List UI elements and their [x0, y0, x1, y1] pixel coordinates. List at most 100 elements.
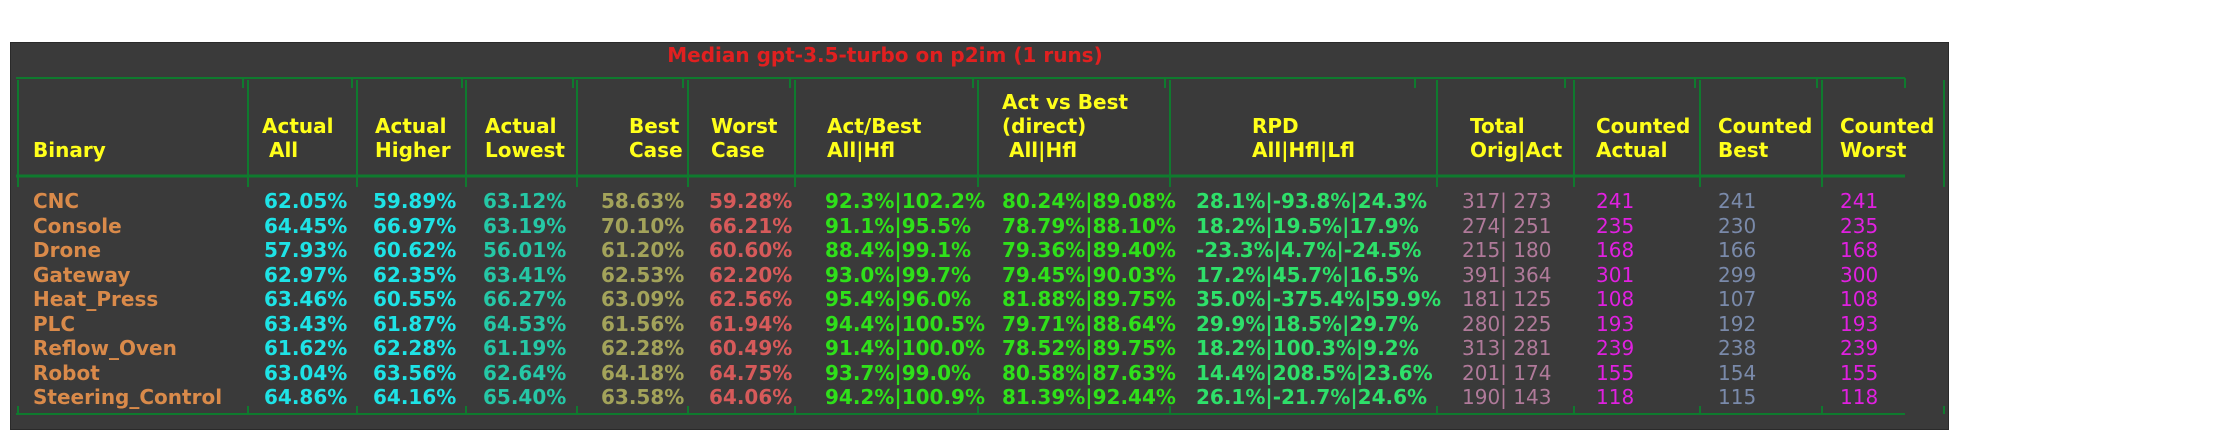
table-title: Median gpt-3.5-turbo on p2im (1 runs): [667, 43, 1103, 67]
cell-rpd: 18.2%|100.3%|9.2%: [1196, 336, 1419, 360]
header-act-vs-best: Act vs Best (direct) All|Hfl: [1002, 90, 1129, 162]
cell-act-best: 94.2%|100.9%: [825, 385, 985, 409]
cell-actual-higher: 59.89%: [373, 189, 457, 213]
cell-binary: Steering_Control: [33, 385, 223, 409]
cell-rpd: 14.4%|208.5%|23.6%: [1196, 360, 1433, 385]
cell-actual-higher: 61.87%: [373, 311, 457, 336]
cell-actual-higher: 64.16%: [373, 385, 457, 409]
cell-counted-actual: 241: [1596, 189, 1635, 213]
cell-binary: Drone: [33, 238, 102, 262]
cell-actual-lowest: 63.41%: [483, 262, 567, 287]
header-act-best: Act/Best All|Hfl: [827, 114, 922, 162]
cell-total: 181| 125: [1462, 287, 1552, 311]
cell-rpd: 29.9%|18.5%|29.7%: [1196, 311, 1419, 336]
header-worst-case: Worst Case: [711, 114, 778, 162]
header-actual-lowest: Actual Lowest: [485, 114, 565, 162]
cell-act-vs-best: 80.58%|87.63%: [1002, 360, 1176, 385]
header-counted-worst: Counted Worst: [1840, 114, 1935, 162]
cell-counted-best: 230: [1718, 213, 1757, 238]
header-rpd: RPD All|Hfl|Lfl: [1252, 114, 1355, 162]
cell-rpd: 28.1%|-93.8%|24.3%: [1196, 189, 1428, 213]
cell-act-vs-best: 79.71%|88.64%: [1002, 311, 1176, 336]
cell-actual-lowest: 65.40%: [483, 385, 567, 409]
cell-act-best: 88.4%|99.1%: [825, 238, 972, 262]
cell-actual-higher: 60.55%: [373, 287, 457, 311]
cell-actual-all: 62.97%: [264, 262, 348, 287]
cell-binary: Gateway: [33, 262, 131, 287]
cell-act-vs-best: 79.36%|89.40%: [1002, 238, 1176, 262]
header-actual-higher: Actual Higher: [375, 114, 451, 162]
cell-total: 317| 273: [1462, 189, 1552, 213]
cell-actual-all: 61.62%: [264, 336, 348, 360]
cell-act-best: 92.3%|102.2%: [825, 189, 985, 213]
cell-actual-lowest: 66.27%: [483, 287, 567, 311]
cell-act-best: 93.7%|99.0%: [825, 360, 972, 385]
cell-actual-all: 64.86%: [264, 385, 348, 409]
cell-actual-lowest: 64.53%: [483, 311, 567, 336]
cell-actual-all: 62.05%: [264, 189, 348, 213]
cell-act-vs-best: 79.45%|90.03%: [1002, 262, 1176, 287]
cell-total: 274| 251: [1462, 213, 1552, 238]
cell-total: 201| 174: [1462, 360, 1552, 385]
cell-counted-best: 238: [1718, 336, 1757, 360]
header-total: Total Orig|Act: [1470, 114, 1563, 162]
cell-best-case: 58.63%: [601, 189, 685, 213]
cell-rpd: 18.2%|19.5%|17.9%: [1196, 213, 1419, 238]
cell-actual-all: 63.46%: [264, 287, 348, 311]
cell-actual-all: 63.43%: [264, 311, 348, 336]
cell-counted-worst: 108: [1840, 287, 1879, 311]
cell-rpd: 26.1%|-21.7%|24.6%: [1196, 385, 1428, 409]
cell-actual-higher: 63.56%: [373, 360, 457, 385]
cell-counted-worst: 300: [1840, 262, 1879, 287]
cell-counted-best: 154: [1718, 360, 1757, 385]
cell-rpd: 35.0%|-375.4%|59.9%: [1196, 287, 1441, 311]
header-actual-all: Actual All: [262, 114, 334, 162]
cell-counted-best: 192: [1718, 311, 1757, 336]
cell-rpd: 17.2%|45.7%|16.5%: [1196, 262, 1419, 287]
cell-actual-lowest: 63.12%: [483, 189, 567, 213]
cell-rpd: -23.3%|4.7%|-24.5%: [1196, 238, 1422, 262]
cell-act-best: 93.0%|99.7%: [825, 262, 972, 287]
cell-best-case: 64.18%: [601, 360, 685, 385]
cell-best-case: 61.56%: [601, 311, 685, 336]
cell-act-vs-best: 78.52%|89.75%: [1002, 336, 1176, 360]
cell-actual-lowest: 62.64%: [483, 360, 567, 385]
cell-worst-case: 61.94%: [709, 311, 793, 336]
cell-counted-actual: 301: [1596, 262, 1635, 287]
cell-total: 215| 180: [1462, 238, 1552, 262]
cell-act-vs-best: 78.79%|88.10%: [1002, 213, 1176, 238]
cell-act-best: 91.1%|95.5%: [825, 213, 972, 238]
cell-actual-higher: 66.97%: [373, 213, 457, 238]
cell-total: 313| 281: [1462, 336, 1552, 360]
cell-counted-worst: 155: [1840, 360, 1879, 385]
cell-actual-all: 64.45%: [264, 213, 348, 238]
cell-worst-case: 59.28%: [709, 189, 793, 213]
cell-worst-case: 60.60%: [709, 238, 793, 262]
cell-counted-best: 299: [1718, 262, 1757, 287]
cell-counted-actual: 155: [1596, 360, 1635, 385]
cell-best-case: 63.09%: [601, 287, 685, 311]
cell-act-best: 95.4%|96.0%: [825, 287, 972, 311]
cell-actual-lowest: 56.01%: [483, 238, 567, 262]
cell-actual-higher: 62.28%: [373, 336, 457, 360]
cell-best-case: 62.28%: [601, 336, 685, 360]
cell-counted-actual: 193: [1596, 311, 1635, 336]
cell-worst-case: 64.75%: [709, 360, 793, 385]
cell-counted-best: 115: [1718, 385, 1757, 409]
cell-counted-worst: 168: [1840, 238, 1879, 262]
cell-best-case: 63.58%: [601, 385, 685, 409]
header-counted-best: Counted Best: [1718, 114, 1813, 162]
cell-total: 391| 364: [1462, 262, 1552, 287]
cell-worst-case: 66.21%: [709, 213, 793, 238]
cell-binary: Robot: [33, 360, 100, 385]
cell-actual-all: 63.04%: [264, 360, 348, 385]
cell-act-best: 91.4%|100.0%: [825, 336, 985, 360]
cell-counted-actual: 118: [1596, 385, 1635, 409]
cell-total: 280| 225: [1462, 311, 1552, 336]
cell-actual-higher: 62.35%: [373, 262, 457, 287]
cell-counted-worst: 193: [1840, 311, 1879, 336]
cell-act-vs-best: 80.24%|89.08%: [1002, 189, 1176, 213]
cell-actual-all: 57.93%: [264, 238, 348, 262]
cell-counted-actual: 235: [1596, 213, 1635, 238]
cell-act-best: 94.4%|100.5%: [825, 311, 985, 336]
